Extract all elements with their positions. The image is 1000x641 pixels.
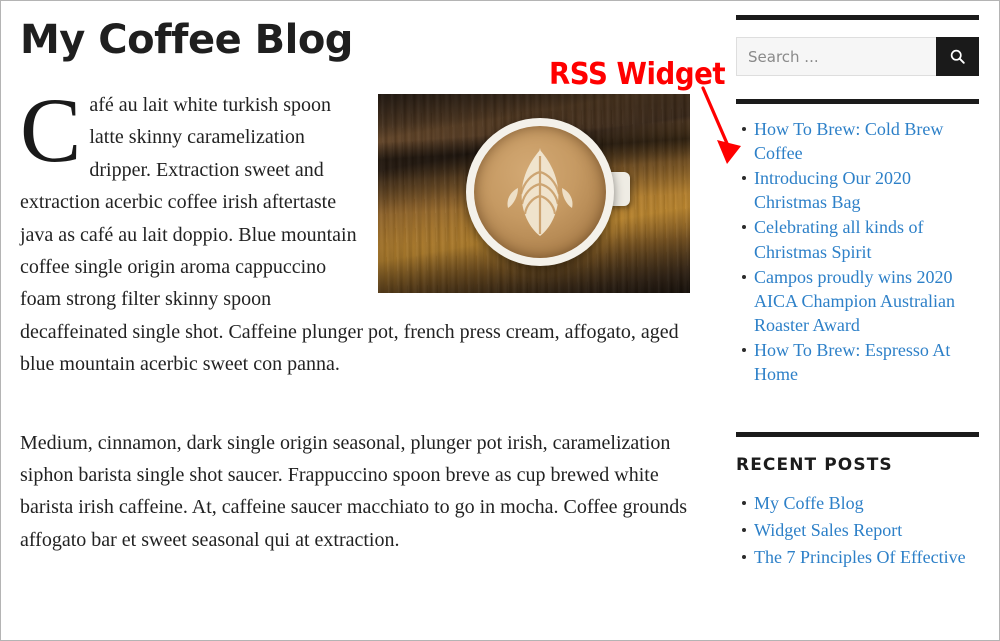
rss-link[interactable]: Celebrating all kinds of Christmas Spiri…: [754, 217, 923, 261]
recent-post-link[interactable]: Widget Sales Report: [754, 520, 902, 540]
list-item[interactable]: Widget Sales Report: [742, 518, 979, 542]
recent-post-link[interactable]: The 7 Principles Of Effective: [754, 547, 966, 567]
list-item[interactable]: Campos proudly wins 2020 AICA Champion A…: [742, 265, 979, 337]
main-content: My Coffee Blog Café au lait white turkis…: [20, 19, 690, 578]
list-item[interactable]: Introducing Our 2020 Christmas Bag: [742, 166, 979, 214]
rss-link[interactable]: How To Brew: Espresso At Home: [754, 340, 950, 384]
recent-post-link[interactable]: My Coffe Blog: [754, 493, 864, 513]
search-icon: [950, 49, 965, 64]
blog-page: My Coffee Blog Café au lait white turkis…: [1, 1, 999, 640]
rss-feed-list: How To Brew: Cold Brew Coffee Introducin…: [736, 117, 979, 386]
list-item[interactable]: My Coffe Blog: [742, 491, 979, 515]
rss-link[interactable]: Introducing Our 2020 Christmas Bag: [754, 168, 911, 212]
search-submit-button[interactable]: [936, 37, 979, 76]
article-paragraph-2: Medium, cinnamon, dark single origin sea…: [20, 431, 687, 551]
recent-posts-widget: Recent Posts My Coffe Blog Widget Sales …: [736, 432, 979, 569]
search-form: [736, 37, 979, 76]
recent-posts-title: Recent Posts: [736, 455, 893, 476]
featured-image: [378, 94, 690, 293]
search-input[interactable]: [736, 37, 936, 76]
latte-art-rosetta-icon: [507, 148, 573, 236]
sidebar: How To Brew: Cold Brew Coffee Introducin…: [736, 15, 979, 573]
search-widget: [736, 15, 979, 76]
annotation-label-rss-widget: RSS Widget: [549, 57, 726, 92]
page-title: My Coffee Blog: [20, 17, 353, 63]
coffee-crema: [474, 126, 606, 258]
rss-link[interactable]: Campos proudly wins 2020 AICA Champion A…: [754, 267, 955, 335]
recent-posts-list: My Coffe Blog Widget Sales Report The 7 …: [736, 491, 979, 569]
list-item[interactable]: How To Brew: Cold Brew Coffee: [742, 117, 979, 165]
list-item[interactable]: The 7 Principles Of Effective: [742, 545, 979, 569]
browser-page-screenshot: My Coffee Blog Café au lait white turkis…: [0, 0, 1000, 641]
rss-widget: How To Brew: Cold Brew Coffee Introducin…: [736, 99, 979, 386]
widget-divider-recent: [736, 432, 979, 438]
widget-divider-search: [736, 15, 979, 20]
widget-divider-rss: [736, 99, 979, 104]
list-item[interactable]: How To Brew: Espresso At Home: [742, 338, 979, 386]
list-item[interactable]: Celebrating all kinds of Christmas Spiri…: [742, 215, 979, 263]
rss-link[interactable]: How To Brew: Cold Brew Coffee: [754, 119, 943, 163]
